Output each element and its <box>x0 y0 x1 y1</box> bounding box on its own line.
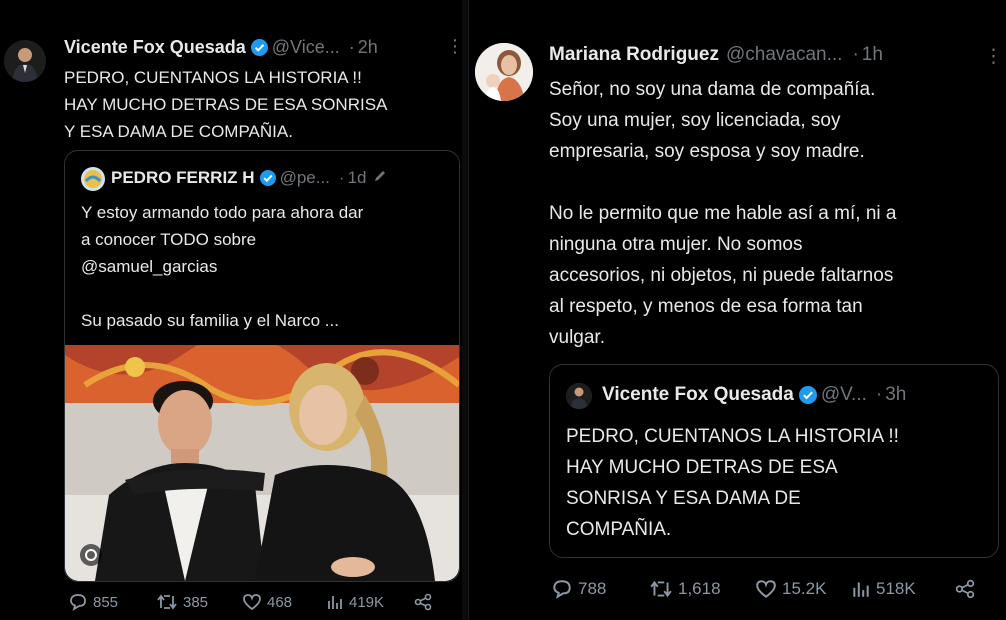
quote-text: PEDRO, CUENTANOS LA HISTORIA !! HAY MUCH… <box>566 426 899 540</box>
tweet-header: Mariana Rodriguez @chavacan... · 1h <box>549 44 883 66</box>
reply-icon <box>553 580 571 599</box>
quote-author-handle[interactable]: @V... <box>821 384 867 406</box>
tweet-text: PEDRO, CUENTANOS LA HISTORIA !! HAY MUCH… <box>64 68 388 141</box>
quote-header: Vicente Fox Quesada @V... · 3h <box>602 384 906 406</box>
reply-icon <box>70 594 86 611</box>
share-button[interactable] <box>414 593 432 611</box>
tweet-actions-bar: 788 1,618 15.2K 518K <box>551 579 991 599</box>
separator-dot: · <box>348 37 355 57</box>
quote-avatar-image <box>566 383 592 409</box>
author-name[interactable]: Mariana Rodriguez <box>549 44 719 66</box>
repost-count: 385 <box>183 593 209 611</box>
edited-pencil-icon <box>373 168 387 188</box>
views-count: 518K <box>876 579 916 598</box>
like-button[interactable]: 468 <box>242 593 326 611</box>
quote-avatar[interactable] <box>566 383 592 409</box>
left-screenshot-panel: Vicente Fox Quesada @Vice... · 2h ⋮ PEDR… <box>0 0 462 620</box>
avatar-image <box>4 40 46 82</box>
repost-icon <box>650 580 672 598</box>
timestamp[interactable]: 1h <box>862 44 883 66</box>
author-handle[interactable]: @Vice... <box>272 37 340 58</box>
reply-button[interactable]: 855 <box>68 593 156 611</box>
share-icon <box>955 579 975 599</box>
like-count: 15.2K <box>782 579 827 598</box>
repost-count: 1,618 <box>678 579 721 598</box>
verified-badge-icon <box>250 39 268 56</box>
more-options-icon[interactable]: ⋮ <box>446 36 462 57</box>
timestamp[interactable]: 2h <box>358 37 378 58</box>
quote-author-name[interactable]: Vicente Fox Quesada <box>602 384 794 406</box>
separator-dot: · <box>852 44 859 65</box>
views-chart-icon <box>853 582 869 597</box>
repost-icon <box>157 594 177 610</box>
quoted-tweet-photo[interactable] <box>65 345 459 581</box>
couple-photo-image <box>65 345 459 581</box>
tweet-mariana-rodriguez[interactable]: Mariana Rodriguez @chavacan... · 1h ⋮ Se… <box>469 0 1006 620</box>
repost-button[interactable]: 385 <box>156 593 242 611</box>
reply-button[interactable]: 788 <box>551 579 649 599</box>
share-button[interactable] <box>955 579 975 599</box>
author-name[interactable]: Vicente Fox Quesada <box>64 37 246 58</box>
like-button[interactable]: 15.2K <box>755 579 851 599</box>
reply-count: 788 <box>578 579 607 598</box>
avatar[interactable] <box>4 40 46 82</box>
views-count: 419K <box>349 593 385 611</box>
avatar-image <box>475 43 533 101</box>
quote-author-name[interactable]: PEDRO FERRIZ H <box>111 168 255 188</box>
like-count: 468 <box>267 593 293 611</box>
separator-dot: · <box>875 384 883 405</box>
quote-header: PEDRO FERRIZ H @pe... · 1d <box>111 168 387 188</box>
quote-avatar-image <box>81 167 105 191</box>
quote-timestamp[interactable]: 3h <box>885 384 906 406</box>
tweet-header: Vicente Fox Quesada @Vice... · 2h <box>64 37 378 58</box>
share-icon <box>414 593 432 611</box>
views-button[interactable]: 419K <box>326 593 414 611</box>
author-handle[interactable]: @chavacan... <box>726 44 842 66</box>
quote-timestamp[interactable]: 1d <box>348 168 367 188</box>
reply-count: 855 <box>93 593 119 611</box>
quote-text: Y estoy armando todo para ahora dar a co… <box>81 203 364 330</box>
avatar[interactable] <box>475 43 533 101</box>
heart-icon <box>243 594 261 611</box>
more-options-icon[interactable]: ⋮ <box>984 45 1003 68</box>
views-chart-icon <box>328 596 342 609</box>
separator-dot: · <box>338 168 345 187</box>
tweet-actions-bar: 855 385 468 419K <box>68 593 448 611</box>
heart-icon <box>756 580 776 598</box>
verified-badge-icon <box>259 170 276 186</box>
views-button[interactable]: 518K <box>851 579 955 599</box>
quoted-tweet[interactable]: Vicente Fox Quesada @V... · 3h PEDRO, CU… <box>549 364 999 558</box>
verified-badge-icon <box>798 386 817 404</box>
right-screenshot-panel: Mariana Rodriguez @chavacan... · 1h ⋮ Se… <box>468 0 1006 620</box>
repost-button[interactable]: 1,618 <box>649 579 755 599</box>
quote-avatar[interactable] <box>81 167 105 191</box>
quoted-tweet[interactable]: PEDRO FERRIZ H @pe... · 1d Y estoy arman… <box>64 150 460 582</box>
tweet-vicente-fox[interactable]: Vicente Fox Quesada @Vice... · 2h ⋮ PEDR… <box>0 0 462 620</box>
tweet-text: Señor, no soy una dama de compañía. Soy … <box>549 79 897 348</box>
quote-author-handle[interactable]: @pe... <box>280 168 330 188</box>
